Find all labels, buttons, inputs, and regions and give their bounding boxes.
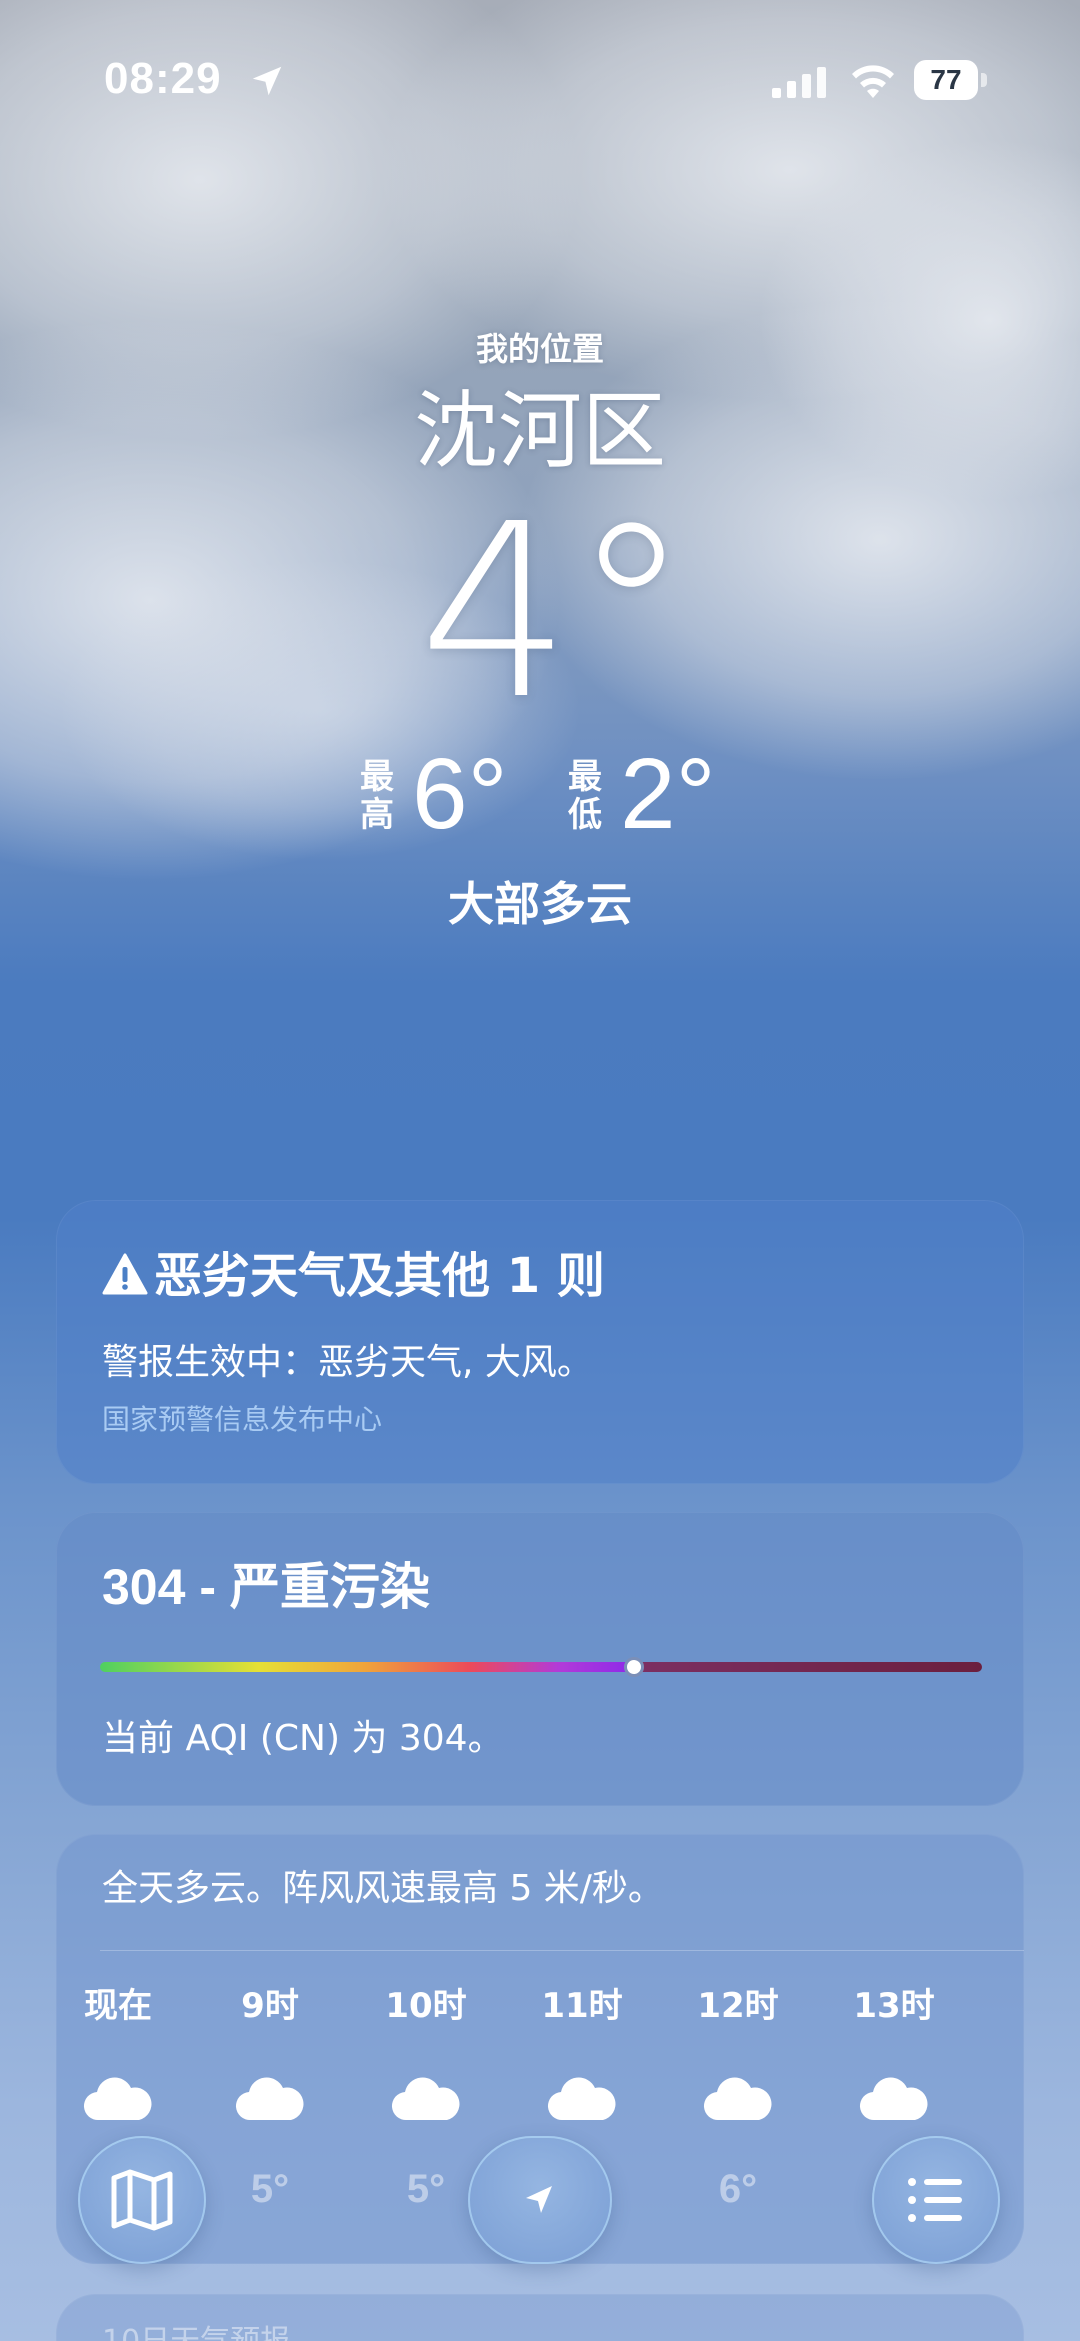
map-icon: [111, 2169, 173, 2231]
hour-temp: 6°: [718, 2167, 758, 2211]
wifi-icon: [852, 65, 894, 98]
high-value: 6°: [412, 738, 508, 850]
cloud-icon: [235, 2077, 304, 2121]
current-location-button[interactable]: [468, 2136, 612, 2264]
cellular-signal-icon: [772, 67, 826, 98]
high-label: 最高: [360, 757, 394, 835]
hour-label: 9时: [241, 1986, 299, 2026]
location-arrow-icon: [252, 66, 282, 96]
hour-label: 12时: [697, 1986, 779, 2026]
high-low-temps: 最高 6° 最低 2°: [0, 744, 1080, 848]
location-header: 我的位置 沈河区: [0, 324, 1080, 486]
map-button[interactable]: [78, 2136, 206, 2264]
ten-day-label: 10日天气预报: [102, 2316, 290, 2341]
location-list-button[interactable]: [872, 2136, 1000, 2264]
hour-column: 9时 5°: [200, 1984, 340, 2214]
warning-triangle-icon: [102, 1253, 148, 1295]
aqi-scale-bar: [100, 1662, 982, 1672]
hour-temp: 5°: [250, 2167, 290, 2211]
condition-text: 大部多云: [448, 877, 632, 931]
alert-source: 国家预警信息发布中心: [102, 1403, 383, 1436]
air-quality-card[interactable]: 304 - 严重污染 当前 AQI (CN) 为 304。: [56, 1512, 1024, 1806]
status-time: 08:29: [104, 54, 222, 103]
aqi-title: 304 - 严重污染: [102, 1559, 430, 1615]
cloud-icon: [703, 2077, 772, 2121]
hour-label: 现在: [84, 1986, 152, 2026]
cloud-icon: [547, 2077, 616, 2121]
cloud-icon: [83, 2077, 152, 2121]
list-icon: [908, 2178, 962, 2222]
weather-alert-card[interactable]: 恶劣天气及其他 1 则 警报生效中：恶劣天气, 大风。 国家预警信息发布中心: [56, 1200, 1024, 1484]
ten-day-forecast-card[interactable]: 10日天气预报: [56, 2294, 1024, 2341]
low-value: 2°: [620, 738, 716, 850]
alert-title-row: 恶劣天气及其他 1 则: [102, 1246, 605, 1306]
weather-screen: 08:29 77 我的位置 沈河区 4° 最高 6° 最低 2° 大部多云 恶劣…: [0, 0, 1080, 2341]
city-name: 沈河区: [413, 382, 666, 480]
aqi-marker: [623, 1657, 644, 1677]
battery-level: 77: [914, 60, 978, 100]
hour-label: 13时: [853, 1986, 935, 2026]
current-temperature: 4°: [418, 472, 692, 752]
location-arrow-icon: [526, 2186, 552, 2213]
alert-title: 恶劣天气及其他 1 则: [154, 1248, 605, 1304]
forecast-summary: 全天多云。阵风风速最高 5 米/秒。: [102, 1868, 664, 1909]
cloud-icon: [859, 2077, 928, 2121]
hour-column: 12时 6°: [668, 1984, 808, 2214]
battery-tip: [981, 73, 987, 87]
battery-indicator: 77: [914, 60, 988, 100]
hour-label: 11时: [541, 1986, 623, 2026]
hour-label: 10时: [385, 1986, 467, 2026]
alert-body: 警报生效中：恶劣天气, 大风。: [102, 1342, 593, 1383]
low-label: 最低: [568, 757, 602, 835]
status-bar: 08:29 77: [0, 48, 1080, 112]
divider: [100, 1950, 1024, 1951]
aqi-description: 当前 AQI (CN) 为 304。: [102, 1718, 504, 1759]
cloud-icon: [391, 2077, 460, 2121]
my-location-label: 我的位置: [475, 330, 604, 368]
